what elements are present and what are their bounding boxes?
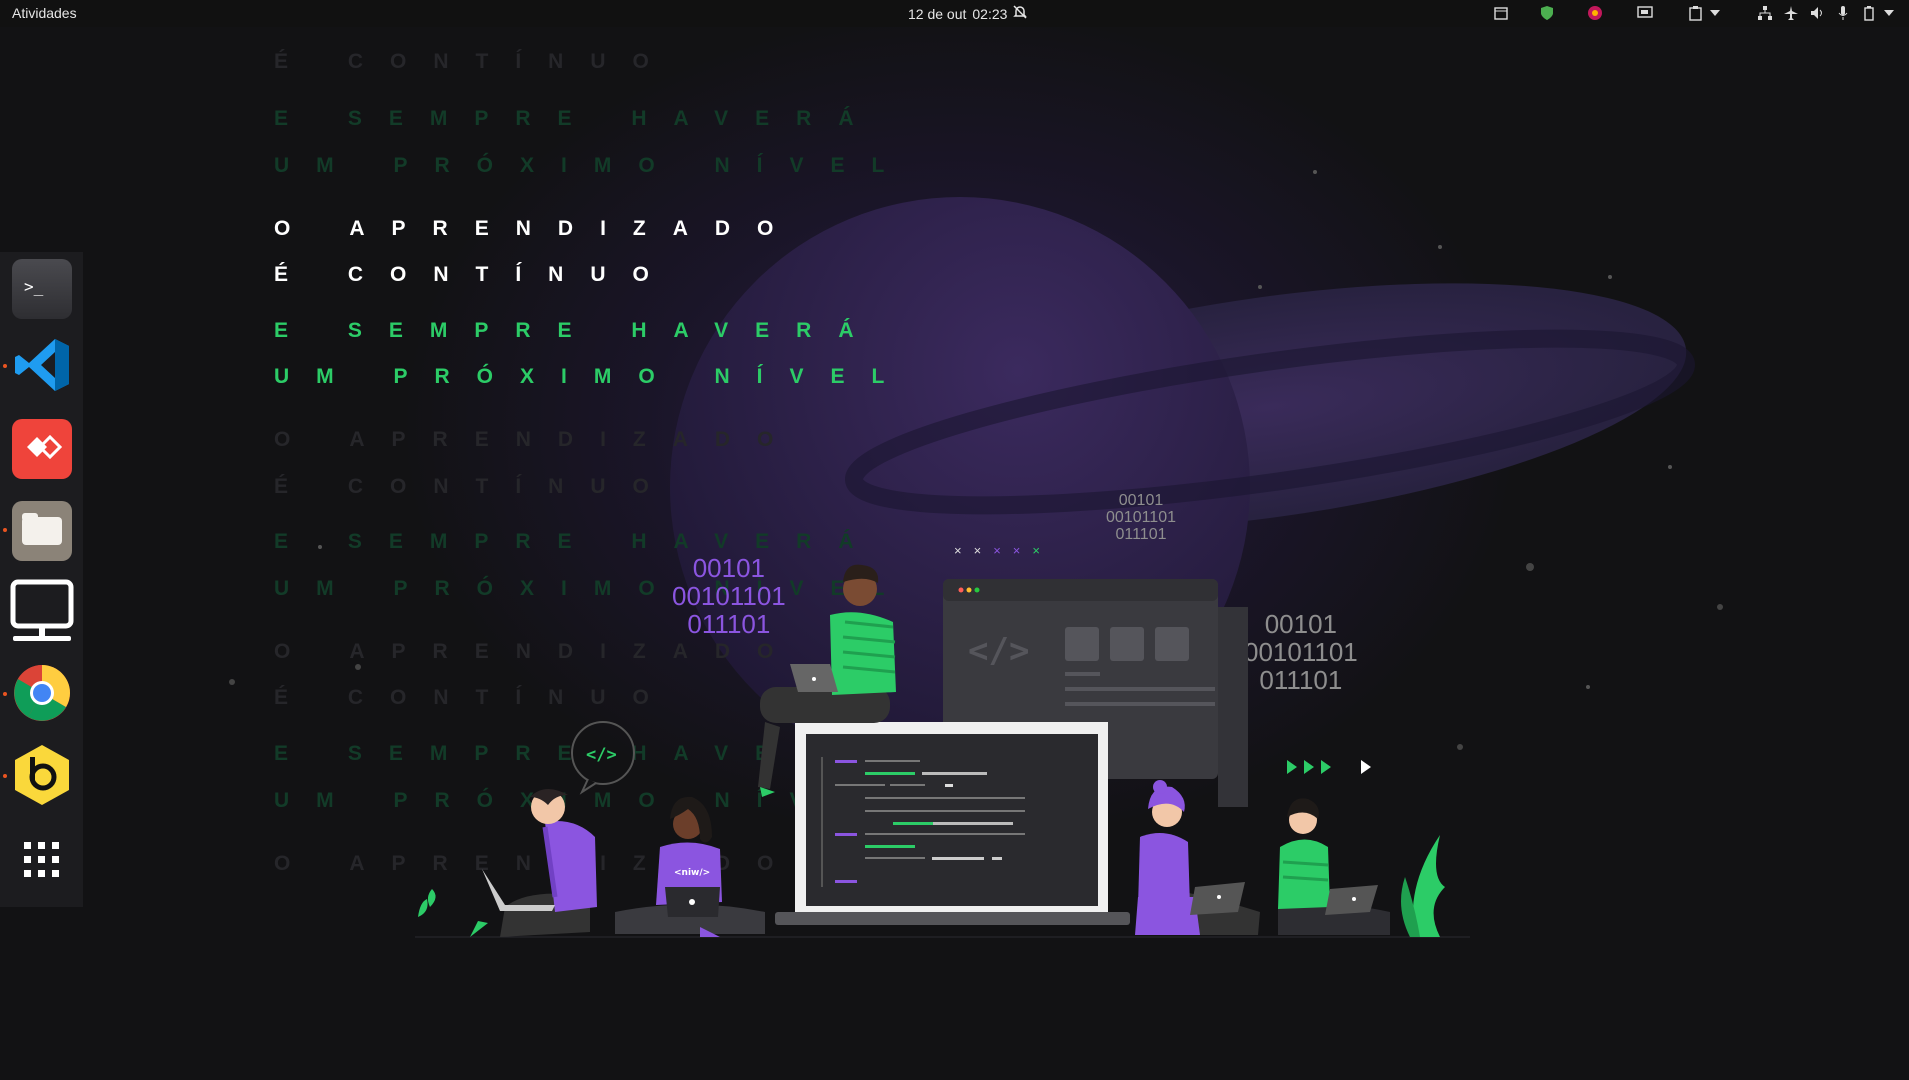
- developers-illustration: </> </> <niw/>: [415, 564, 1470, 938]
- calendar-icon[interactable]: [1491, 3, 1511, 23]
- color-picker-icon[interactable]: [1585, 3, 1605, 23]
- chrome-icon: [13, 664, 71, 727]
- airplane-mode-icon[interactable]: [1781, 3, 1801, 23]
- notifications-muted-icon: [1013, 5, 1028, 22]
- running-indicator: [3, 364, 7, 368]
- dock-app-remote-desktop[interactable]: [10, 579, 74, 643]
- svg-text:>_: >_: [24, 277, 44, 296]
- beekeeper-icon: [12, 743, 72, 812]
- dock-app-files[interactable]: [3, 501, 72, 561]
- desktop-wallpaper: É CONTÍNUO E SEMPRE HAVERÁ UM PRÓXIMO NÍ…: [0, 27, 1909, 1080]
- running-indicator: [3, 692, 7, 696]
- top-bar: Atividades 12 de out 02:23: [0, 0, 1909, 27]
- activities-button[interactable]: Atividades: [12, 5, 77, 21]
- volume-icon[interactable]: [1807, 3, 1827, 23]
- clock-date: 12 de out: [908, 5, 967, 22]
- clock-time: 02:23: [972, 5, 1008, 22]
- app-grid-icon: [22, 840, 62, 885]
- power-menu-chevron-icon[interactable]: [1879, 3, 1899, 23]
- monitor-icon: [10, 579, 74, 648]
- play-icon: [1361, 760, 1371, 774]
- anydesk-icon: [22, 432, 63, 467]
- dock-app-vscode[interactable]: [3, 336, 72, 399]
- clock[interactable]: 12 de out 02:23: [908, 5, 1028, 22]
- system-tray[interactable]: [1483, 3, 1899, 23]
- running-indicator: [3, 774, 7, 778]
- chevron-down-icon[interactable]: [1705, 3, 1725, 23]
- show-applications-button[interactable]: [12, 832, 72, 892]
- network-icon[interactable]: [1755, 3, 1775, 23]
- shield-icon[interactable]: [1537, 3, 1557, 23]
- dock-app-terminal[interactable]: >_: [12, 259, 72, 319]
- play-arrows-icon: [1287, 760, 1331, 774]
- code-tag-symbol: </>: [968, 631, 1029, 671]
- shirt-label: <niw/>: [674, 868, 710, 878]
- terminal-icon: >_: [22, 274, 62, 305]
- clipboard-icon[interactable]: [1685, 3, 1705, 23]
- dock-app-anydesk[interactable]: [12, 419, 72, 479]
- battery-icon[interactable]: [1859, 3, 1879, 23]
- dock-app-beekeeper[interactable]: [3, 744, 72, 807]
- screen-share-icon[interactable]: [1635, 3, 1655, 23]
- running-indicator: [3, 528, 7, 532]
- vscode-icon: [13, 336, 71, 399]
- dock-app-chrome[interactable]: [3, 664, 72, 727]
- microphone-icon[interactable]: [1833, 3, 1853, 23]
- bubble-code-tag: </>: [586, 745, 617, 765]
- files-icon: [20, 511, 64, 552]
- dock: >_: [0, 252, 83, 907]
